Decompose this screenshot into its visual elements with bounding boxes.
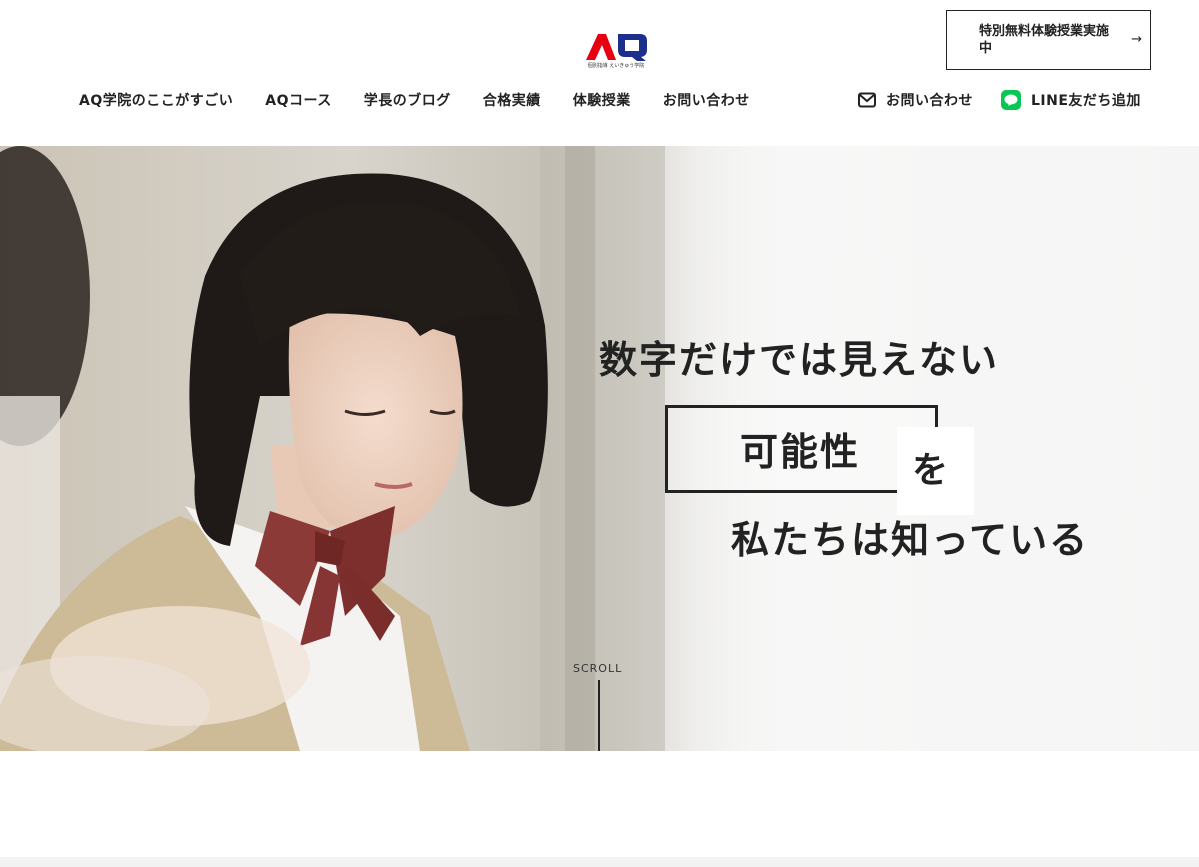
site-logo[interactable]: 個別指導 えいきゅう学院 [584,30,648,72]
nav-item-contact[interactable]: お問い合わせ [663,91,750,113]
line-icon [1001,90,1021,110]
line-add-friend-link[interactable]: LINE友だち追加 [1001,90,1141,110]
hero-student-photo [0,146,700,751]
main-nav: AQ学院のここがすごい AQコース 学長のブログ 合格実績 体験授業 お問い合わ… [79,91,750,113]
nav-item-results[interactable]: 合格実績 [483,91,541,113]
nav-item-trial[interactable]: 体験授業 [573,91,631,113]
next-section-edge [0,857,1199,867]
mail-icon [858,92,876,108]
hero-copy-highlight: 可能性 [740,430,861,474]
hero-section [0,146,1199,751]
aq-logo-mark [586,34,647,61]
contact-link-label: お問い合わせ [886,93,973,109]
scroll-indicator-label[interactable]: SCROLL [573,662,622,675]
arrow-right-icon: → [1131,32,1142,47]
hero-copy-line1: 数字だけでは見えない [599,338,1000,382]
scroll-indicator-line [598,680,600,751]
nav-item-features[interactable]: AQ学院のここがすごい [79,91,233,113]
hero-copy-particle: を [912,450,949,491]
line-link-label: LINE友だち追加 [1031,93,1141,109]
nav-item-courses[interactable]: AQコース [265,91,332,113]
free-trial-label: 特別無料体験授業実施中 [979,24,1110,56]
free-trial-button[interactable]: 特別無料体験授業実施中 → [946,10,1151,70]
logo-subtitle: 個別指導 えいきゅう学院 [587,63,645,69]
site-header: 個別指導 えいきゅう学院 特別無料体験授業実施中 → AQ学院のここがすごい A… [0,0,1199,146]
nav-item-blog[interactable]: 学長のブログ [364,91,451,113]
contact-link[interactable]: お問い合わせ [858,90,973,110]
hero-copy-line3: 私たちは知っている [731,518,1090,562]
